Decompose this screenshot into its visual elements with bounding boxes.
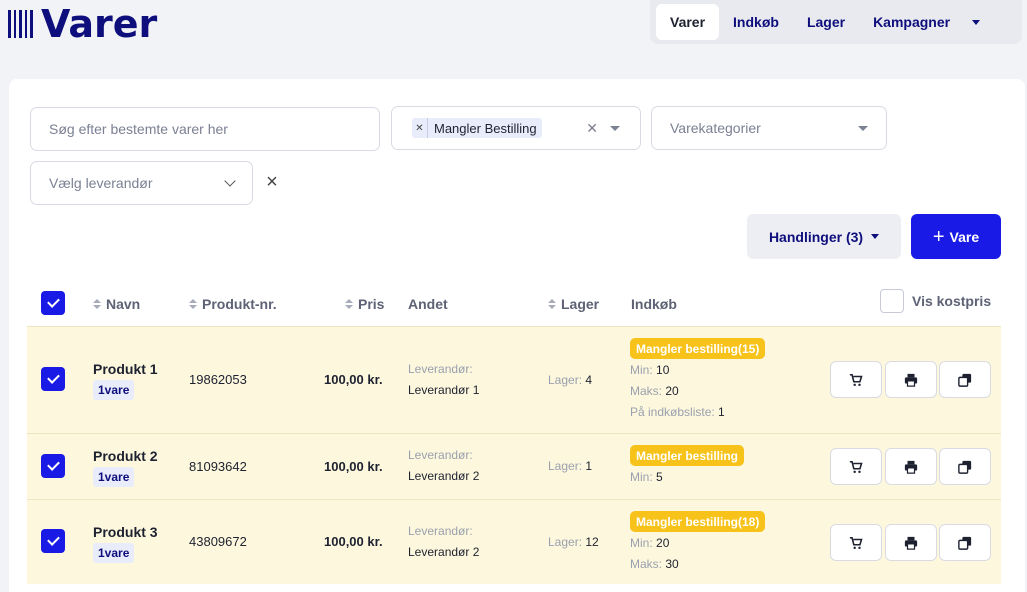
product-number: 43809672	[189, 534, 247, 549]
supplier-value: Leverandør 2	[408, 545, 480, 559]
add-product-label: Vare	[949, 228, 980, 245]
column-header-indkob: Indkøb	[631, 296, 677, 312]
tab-kampagner[interactable]: Kampagner	[859, 4, 964, 40]
tab-varer[interactable]: Varer	[656, 4, 720, 40]
page-title: Varer	[41, 2, 158, 46]
row-checkbox[interactable]	[41, 454, 65, 478]
sort-icon	[93, 299, 101, 309]
actions-button[interactable]: Handlinger (3)	[747, 214, 901, 259]
supplier-placeholder: Vælg leverandør	[49, 175, 153, 191]
select-all-checkbox[interactable]	[41, 291, 65, 315]
min-info: Min: 5	[630, 470, 663, 484]
product-name[interactable]: Produkt 3	[93, 524, 158, 540]
min-info: Min: 10	[630, 363, 670, 377]
status-filter-tag-label: Mangler Bestilling	[434, 120, 537, 136]
product-price: 100,00 kr.	[324, 372, 383, 387]
category-select[interactable]: Varekategorier	[651, 106, 887, 150]
product-name[interactable]: Produkt 2	[93, 448, 158, 464]
sort-icon	[548, 299, 556, 309]
print-button[interactable]	[885, 448, 937, 485]
copy-button[interactable]	[939, 361, 991, 398]
supplier-value: Leverandør 2	[408, 469, 480, 483]
copy-button[interactable]	[939, 448, 991, 485]
column-header-pris[interactable]: Pris	[345, 296, 384, 312]
search-placeholder: Søg efter bestemte varer her	[49, 121, 228, 137]
logo: Varer	[8, 4, 157, 44]
add-to-cart-button[interactable]	[830, 524, 882, 561]
product-badge: 1vare	[93, 380, 135, 400]
product-name[interactable]: Produkt 1	[93, 361, 158, 377]
supplier-label: Leverandør:	[408, 524, 473, 538]
stock-info: Lager: 1	[548, 459, 593, 473]
top-navigation: Varer Indkøb Lager Kampagner	[650, 0, 1022, 44]
status-filter-tag: ✕ Mangler Bestilling	[412, 118, 542, 138]
row-checkbox[interactable]	[41, 529, 65, 553]
min-info: Min: 20	[630, 536, 670, 550]
column-header-lager[interactable]: Lager	[548, 296, 599, 312]
supplier-label: Leverandør:	[408, 448, 473, 462]
purchase-list-info: På indkøbsliste: 1	[630, 405, 725, 419]
status-badge: Mangler bestilling(18)	[630, 511, 766, 532]
copy-button[interactable]	[939, 524, 991, 561]
cart-icon	[849, 460, 863, 473]
max-info: Maks: 30	[630, 557, 679, 571]
dropdown-caret-icon	[858, 125, 868, 131]
sort-icon	[345, 299, 353, 309]
status-badge: Mangler bestilling	[630, 445, 745, 466]
max-info: Maks: 20	[630, 384, 679, 398]
supplier-select[interactable]: Vælg leverandør	[30, 161, 253, 205]
column-header-andet: Andet	[408, 296, 448, 312]
supplier-label: Leverandør:	[408, 362, 473, 376]
clear-filters-icon[interactable]: ×	[264, 172, 280, 192]
dropdown-caret-icon[interactable]	[610, 125, 620, 131]
printer-icon	[904, 373, 918, 387]
copy-icon	[958, 536, 972, 550]
product-badge: 1vare	[93, 543, 135, 563]
add-to-cart-button[interactable]	[830, 361, 882, 398]
category-placeholder: Varekategorier	[670, 120, 761, 136]
show-cost-price-label: Vis kostpris	[912, 293, 992, 309]
remove-tag-icon[interactable]: ✕	[412, 118, 428, 138]
product-price: 100,00 kr.	[324, 534, 383, 549]
print-button[interactable]	[885, 524, 937, 561]
product-price: 100,00 kr.	[324, 459, 383, 474]
status-badge: Mangler bestilling(15)	[630, 338, 766, 359]
header: Varer Varer Indkøb Lager Kampagner	[0, 0, 1027, 50]
status-filter-select[interactable]: ✕ Mangler Bestilling ✕	[391, 106, 641, 150]
cart-icon	[849, 373, 863, 386]
copy-icon	[958, 460, 972, 474]
show-cost-price-checkbox[interactable]	[880, 289, 904, 313]
tab-indkob[interactable]: Indkøb	[719, 4, 793, 40]
supplier-value: Leverandør 1	[408, 383, 480, 397]
printer-icon	[904, 536, 918, 550]
plus-icon: +	[932, 225, 945, 248]
cart-icon	[849, 536, 863, 549]
stock-info: Lager: 4	[548, 373, 593, 387]
products-card: Søg efter bestemte varer her ✕ Mangler B…	[9, 79, 1025, 592]
chevron-down-icon	[224, 175, 236, 187]
caret-down-icon	[871, 234, 880, 239]
search-input[interactable]: Søg efter bestemte varer her	[30, 107, 380, 151]
actions-button-label: Handlinger (3)	[768, 228, 864, 245]
printer-icon	[904, 460, 918, 474]
nav-more-caret-icon[interactable]	[972, 19, 981, 25]
product-badge: 1vare	[93, 467, 135, 487]
table-row: Produkt 1 1vare 19862053 100,00 kr. Leve…	[27, 326, 1001, 433]
table-row: Produkt 3 1vare 43809672 100,00 kr. Leve…	[27, 499, 1001, 584]
sort-icon	[189, 299, 197, 309]
stock-info: Lager: 12	[548, 535, 599, 549]
product-number: 81093642	[189, 459, 247, 474]
product-number: 19862053	[189, 372, 247, 387]
add-product-button[interactable]: + Vare	[911, 214, 1001, 259]
table-row: Produkt 2 1vare 81093642 100,00 kr. Leve…	[27, 433, 1001, 499]
copy-icon	[958, 373, 972, 387]
row-checkbox[interactable]	[41, 367, 65, 391]
clear-selection-icon[interactable]: ✕	[586, 120, 598, 137]
column-header-navn[interactable]: Navn	[93, 296, 140, 312]
barcode-icon	[8, 10, 33, 38]
column-header-produkt-nr[interactable]: Produkt-nr.	[189, 296, 277, 312]
add-to-cart-button[interactable]	[830, 448, 882, 485]
tab-lager[interactable]: Lager	[793, 4, 859, 40]
print-button[interactable]	[885, 361, 937, 398]
